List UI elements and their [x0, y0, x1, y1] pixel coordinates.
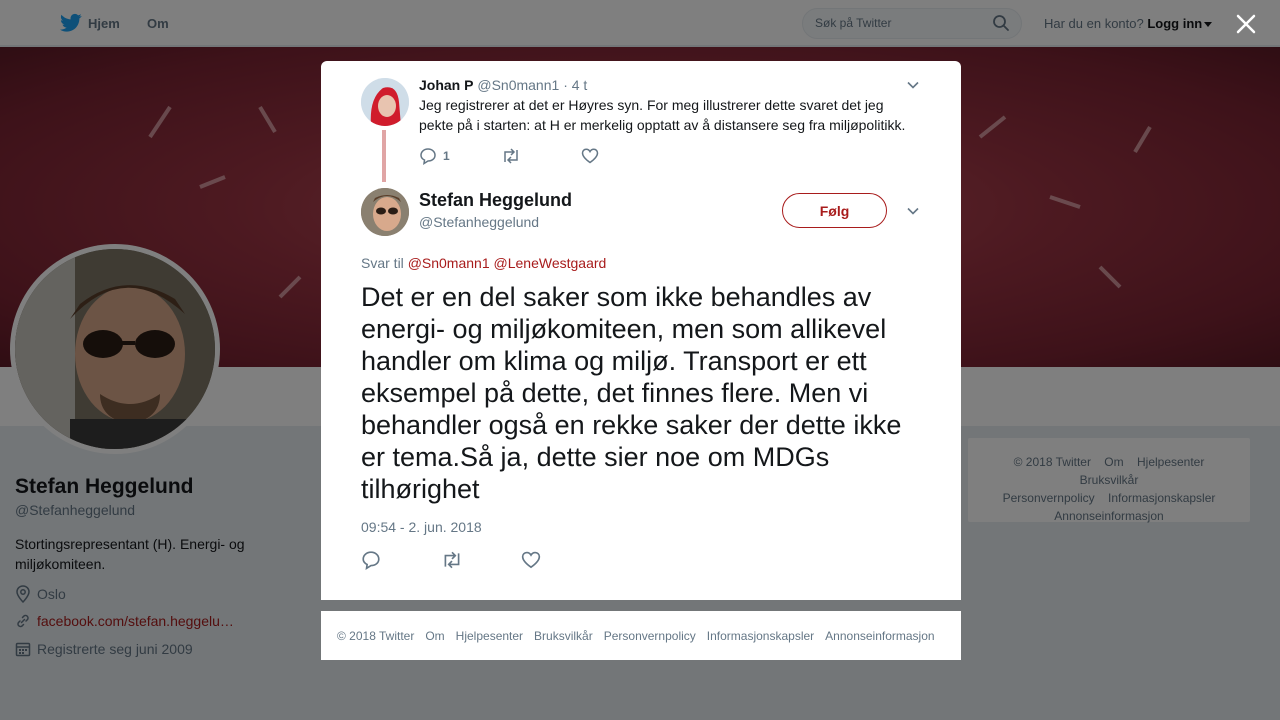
reply-time[interactable]: · 4 t	[563, 77, 587, 93]
like-button[interactable]	[581, 147, 599, 165]
heart-icon	[581, 148, 599, 164]
chevron-down-icon[interactable]	[906, 204, 920, 218]
footer-link-about[interactable]: Om	[425, 629, 444, 643]
reply-to-line: Svar til @Sn0mann1 @LeneWestgaard	[361, 255, 606, 271]
footer-link-terms[interactable]: Bruksvilkår	[534, 629, 593, 643]
follow-button[interactable]: Følg	[782, 193, 887, 228]
tweet-author-avatar[interactable]	[361, 188, 409, 236]
reply-icon	[362, 551, 380, 570]
footer-link-privacy[interactable]: Personvernpolicy	[604, 629, 696, 643]
modal-footer: © 2018 Twitter Om Hjelpesenter Bruksvilk…	[321, 611, 961, 660]
retweet-button[interactable]	[441, 550, 463, 570]
reply-button[interactable]	[361, 550, 381, 570]
retweet-icon	[444, 551, 460, 569]
reply-author-name[interactable]: Johan P	[419, 77, 473, 93]
footer-copyright: © 2018 Twitter	[337, 628, 415, 643]
tweet-text: Det er en del saker som ikke behandles a…	[361, 282, 902, 504]
reply-author-handle[interactable]: @Sn0mann1	[477, 77, 559, 93]
reply-to-label: Svar til	[361, 255, 404, 271]
heart-icon	[521, 551, 541, 569]
tweet-timestamp[interactable]: 09:54 - 2. jun. 2018	[361, 519, 482, 535]
modal-backdrop-top	[0, 0, 1280, 47]
tweet-modal: Johan P @Sn0mann1 · 4 t Jeg registrerer …	[321, 61, 961, 600]
retweet-icon	[504, 148, 518, 164]
footer-link-cookies[interactable]: Informasjonskapsler	[707, 629, 814, 643]
reply-button[interactable]: 1	[419, 147, 450, 165]
like-button[interactable]	[521, 550, 541, 570]
chevron-down-icon[interactable]	[906, 78, 920, 92]
tweet-author-name[interactable]: Stefan Heggelund	[419, 190, 572, 211]
reply-text: Jeg registrerer at det er Høyres syn. Fo…	[419, 97, 906, 133]
reply-icon	[420, 148, 436, 165]
footer-link-ads[interactable]: Annonseinformasjon	[825, 629, 934, 643]
tweet-avatar-photo	[361, 188, 409, 236]
tweet-author-handle[interactable]: @Stefanheggelund	[419, 214, 539, 230]
reply-author-avatar[interactable]	[361, 78, 409, 126]
close-icon[interactable]	[1234, 12, 1258, 36]
retweet-button[interactable]	[501, 147, 521, 165]
reply-header: Johan P @Sn0mann1 · 4 t	[419, 77, 587, 93]
reply-count: 1	[443, 149, 450, 163]
thread-connector	[382, 130, 386, 182]
reply-avatar-photo	[361, 78, 409, 126]
mention-link[interactable]: @Sn0mann1	[408, 255, 490, 271]
footer-link-help[interactable]: Hjelpesenter	[456, 629, 523, 643]
mention-link[interactable]: @LeneWestgaard	[494, 255, 607, 271]
